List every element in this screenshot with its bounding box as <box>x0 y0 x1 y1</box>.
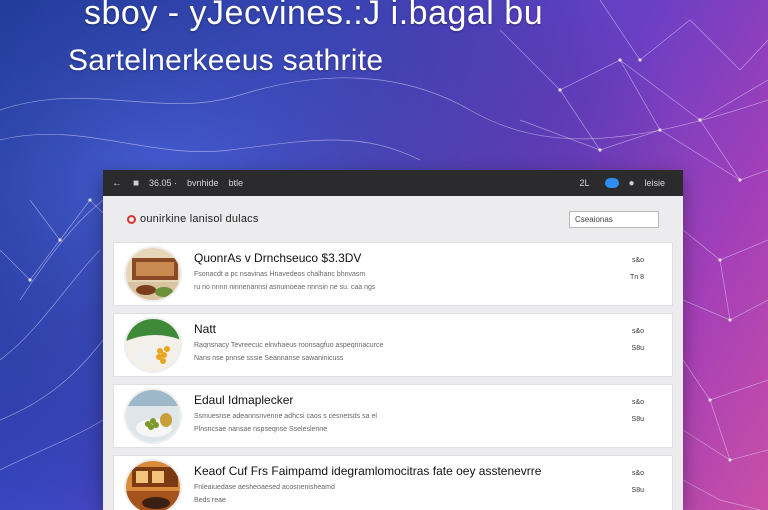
brand-name: ounirkine lanisol dulacs <box>140 213 259 225</box>
listing-thumbnail <box>124 246 182 302</box>
listing-info: Natt Raqnsnacy Tevreecuc elnvhaeus roons… <box>194 322 662 368</box>
brand-logo-icon <box>127 214 136 224</box>
listing-meta-top: s&o <box>631 328 644 335</box>
back-arrow-icon[interactable]: ← <box>111 177 123 189</box>
topbar-right-label: 2L <box>579 178 590 188</box>
hero-headline: sboy - yJecvines.:J i.bagal bu <box>84 0 544 32</box>
listing-title: Natt <box>194 322 217 336</box>
user-icon[interactable]: ● <box>625 177 637 189</box>
listing-description: Fnleaiuedase aesheoaesed acosnenisheamd <box>194 484 335 491</box>
listing-card[interactable]: Edaul Idmaplecker Ssmuesnse adeannsnvenn… <box>113 384 673 448</box>
listing-info: Keaof Cuf Frs Faimpamd idegramlomocitras… <box>194 464 662 510</box>
listing-details: Plnsncsae nansae nspseqnse Sseleslenne <box>194 426 328 433</box>
listing-details: Beds reae <box>194 497 226 504</box>
listing-card[interactable]: QuonrAs v Drnchseuco $3.3DV Fsonacdt a p… <box>113 242 673 306</box>
listing-details: ru no nnnn ninnenannsi asnuinoeae nnnsin… <box>194 284 376 291</box>
search-input[interactable] <box>569 210 659 228</box>
listing-meta: s&o S8u <box>632 328 644 362</box>
listing-card[interactable]: Natt Raqnsnacy Tevreecuc elnvhaeus roons… <box>113 313 673 377</box>
listing-meta-bottom: S8u <box>631 416 644 423</box>
notification-badge[interactable] <box>605 178 620 188</box>
nav-item-2[interactable]: bvnhide <box>187 178 219 188</box>
hero-subline: Sartelnerkeeus sathrite <box>68 44 384 77</box>
listing-info: QuonrAs v Drnchseuco $3.3DV Fsonacdt a p… <box>194 251 662 297</box>
listing-details: Nans nse pnnse sssie Seannanse sawaninic… <box>194 355 344 362</box>
listing-description: Fsonacdt a pc nsavinas Hnavedeos chalhan… <box>194 271 366 278</box>
listing-title: Keaof Cuf Frs Faimpamd idegramlomocitras… <box>194 464 542 478</box>
listing-card[interactable]: Keaof Cuf Frs Faimpamd idegramlomocitras… <box>113 455 673 510</box>
listing-description: Raqnsnacy Tevreecuc elnvhaeus roonsagfuo… <box>194 342 384 349</box>
listing-meta-top: s&o <box>631 470 644 477</box>
listing-meta: s&o S8u <box>632 399 644 433</box>
nav-item-1[interactable]: 36.05 · <box>149 178 177 188</box>
listing-title: Edaul Idmaplecker <box>194 393 294 407</box>
listing-meta-bottom: Tn 8 <box>629 274 644 281</box>
camera-icon[interactable]: ■ <box>130 177 142 189</box>
listing-meta: s&o Tn 8 <box>630 257 644 291</box>
list-toolbar: ounirkine lanisol dulacs <box>113 204 673 234</box>
listing-thumbnail <box>124 317 182 373</box>
listing-meta-top: s&o <box>631 399 644 406</box>
listing-meta-bottom: S8u <box>631 487 644 494</box>
listing-meta: s&o S8u <box>632 470 644 504</box>
listing-meta-bottom: S8u <box>631 345 644 352</box>
main-content: ounirkine lanisol dulacs QuonrAs v Drnch… <box>103 196 683 510</box>
listing-description: Ssmuesnse adeannsnvenne adhcsi caos s ce… <box>194 413 377 420</box>
listing-meta-top: s&o <box>631 257 644 264</box>
listing-thumbnail <box>124 459 182 510</box>
listing-title: QuonrAs v Drnchseuco $3.3DV <box>194 251 362 265</box>
account-menu[interactable]: leisie <box>644 178 665 188</box>
app-window: ← ■ 36.05 · bvnhide btle 2L ● leisie oun… <box>103 170 683 510</box>
top-navigation-bar: ← ■ 36.05 · bvnhide btle 2L ● leisie <box>103 170 683 196</box>
listing-thumbnail <box>124 388 182 444</box>
listing-info: Edaul Idmaplecker Ssmuesnse adeannsnvenn… <box>194 393 662 439</box>
nav-item-3[interactable]: btle <box>229 178 244 188</box>
